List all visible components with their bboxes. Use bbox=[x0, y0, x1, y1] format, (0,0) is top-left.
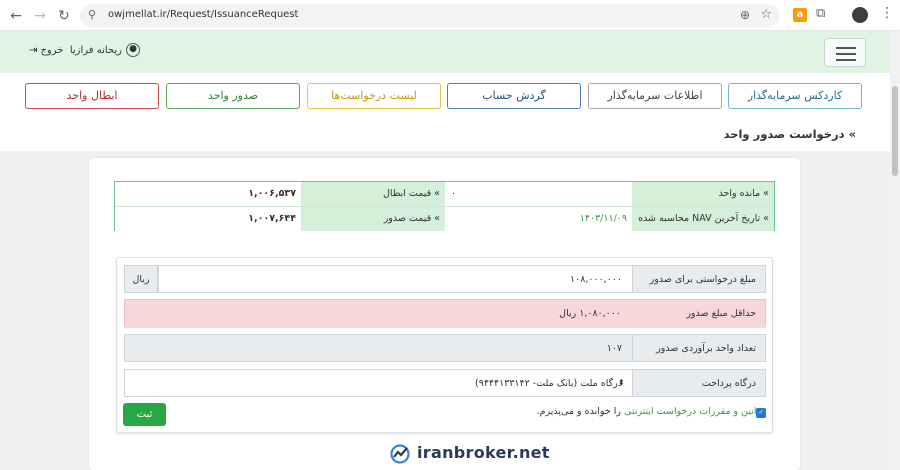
back-icon[interactable]: ← bbox=[6, 6, 26, 26]
min-amount-row: حداقل مبلغ صدور ۱,۰۸۰,۰۰۰ ریال bbox=[124, 299, 766, 328]
estimated-units-row: تعداد واحد برآوردی صدور ۱۰۷ bbox=[124, 334, 766, 362]
nav-date-value: ۱۴۰۳/۱۱/۰۹ bbox=[445, 207, 632, 231]
page-title: » درخواست صدور واحد bbox=[723, 127, 856, 141]
terms-text: قوانین و مقررات درخواست اینترنتی را خوان… bbox=[537, 406, 766, 417]
remaining-units-label: » مانده واحد bbox=[632, 182, 774, 206]
site-header: ● ریحانه فرازیا خروج⇥ bbox=[0, 31, 890, 73]
terms-rest: را خوانده و می‌پذیرم. bbox=[536, 406, 624, 417]
logout-icon[interactable]: ⇥ bbox=[29, 45, 37, 56]
hamburger-line bbox=[836, 47, 856, 49]
forward-icon[interactable]: → bbox=[30, 6, 50, 26]
extension-icon[interactable]: a bbox=[793, 8, 807, 22]
user-area: ● ریحانه فرازیا خروج⇥ bbox=[20, 43, 140, 59]
issue-price-value: ۱,۰۰۷,۶۴۴ bbox=[115, 207, 301, 231]
cancel-price-value: ۱,۰۰۶,۵۳۷ bbox=[115, 182, 301, 206]
extensions-puzzle-icon[interactable]: ⧉ bbox=[816, 6, 825, 21]
select-arrows-icon[interactable]: ⬍ bbox=[618, 369, 625, 397]
min-amount-value: ۱,۰۸۰,۰۰۰ ریال bbox=[125, 300, 631, 328]
amount-row: مبلغ درخواستی برای صدور ۱۰۸,۰۰۰,۰۰۰ ریال bbox=[124, 265, 766, 293]
estimated-units-value: ۱۰۷ bbox=[124, 334, 632, 362]
estimated-units-label: تعداد واحد برآوردی صدور bbox=[632, 334, 766, 362]
zoom-icon[interactable]: ⊕ bbox=[740, 8, 750, 22]
logout-link[interactable]: خروج bbox=[40, 45, 63, 56]
reload-icon[interactable]: ↻ bbox=[54, 6, 74, 26]
terms-link[interactable]: قوانین و مقررات درخواست اینترنتی bbox=[624, 406, 766, 417]
url-text[interactable]: owjmellat.ir/Request/IssuanceRequest bbox=[108, 9, 298, 20]
scrollbar-thumb[interactable] bbox=[892, 86, 898, 176]
amount-label: مبلغ درخواستی برای صدور bbox=[632, 265, 766, 293]
fund-info-table: » مانده واحد ۰ » قیمت ابطال ۱,۰۰۶,۵۳۷ » … bbox=[114, 181, 775, 231]
hamburger-line bbox=[836, 53, 856, 55]
remaining-units-value: ۰ bbox=[445, 182, 632, 206]
profile-avatar[interactable] bbox=[852, 7, 868, 23]
submit-button[interactable]: ثبت bbox=[123, 403, 166, 426]
hamburger-menu-button[interactable] bbox=[824, 38, 866, 67]
address-bar[interactable]: ⚲ owjmellat.ir/Request/IssuanceRequest ⊕… bbox=[80, 4, 780, 27]
browser-toolbar: ← → ↻ ⚲ owjmellat.ir/Request/IssuanceReq… bbox=[0, 0, 900, 31]
amount-unit: ریال bbox=[124, 265, 158, 293]
gateway-label: درگاه پرداخت bbox=[632, 369, 766, 397]
bookmark-star-icon[interactable]: ☆ bbox=[760, 7, 772, 22]
amount-input[interactable]: ۱۰۸,۰۰۰,۰۰۰ bbox=[158, 265, 632, 293]
hamburger-line bbox=[836, 59, 856, 61]
nav-issue-unit-button[interactable]: صدور واحد bbox=[166, 83, 300, 109]
nav-requests-list-button[interactable]: لیست درخواست‌ها bbox=[307, 83, 441, 109]
nav-cancel-unit-button[interactable]: ابطال واحد bbox=[25, 83, 159, 109]
nav-row: کاردکس سرمایه‌گذار اطلاعات سرمایه‌گذار گ… bbox=[0, 73, 890, 151]
cancel-price-label: » قیمت ابطال bbox=[301, 182, 445, 206]
nav-date-label: » تاریخ آخرین NAV محاسبه شده bbox=[632, 207, 774, 231]
browser-menu-icon[interactable]: ⋮ bbox=[880, 5, 894, 21]
gateway-select[interactable]: درگاه ملت (بانک ملت- ۹۴۴۴۱۳۳۱۴۲) bbox=[124, 369, 632, 397]
site-info-icon[interactable]: ⚲ bbox=[88, 8, 96, 21]
user-name: ریحانه فرازیا bbox=[69, 45, 122, 56]
min-amount-label: حداقل مبلغ صدور bbox=[631, 300, 765, 328]
watermark-logo-icon bbox=[390, 444, 410, 464]
nav-investor-info-button[interactable]: اطلاعات سرمایه‌گذار bbox=[588, 83, 722, 109]
nav-kardex-button[interactable]: کاردکس سرمایه‌گذار bbox=[728, 83, 862, 109]
issue-price-label: » قیمت صدور bbox=[301, 207, 445, 231]
user-icon: ● bbox=[126, 43, 140, 57]
nav-account-turnover-button[interactable]: گردش حساب bbox=[447, 83, 581, 109]
gateway-row: درگاه پرداخت درگاه ملت (بانک ملت- ۹۴۴۴۱۳… bbox=[124, 369, 766, 397]
watermark-text: iranbroker.net bbox=[417, 443, 550, 462]
page-scrollbar[interactable] bbox=[890, 31, 900, 470]
